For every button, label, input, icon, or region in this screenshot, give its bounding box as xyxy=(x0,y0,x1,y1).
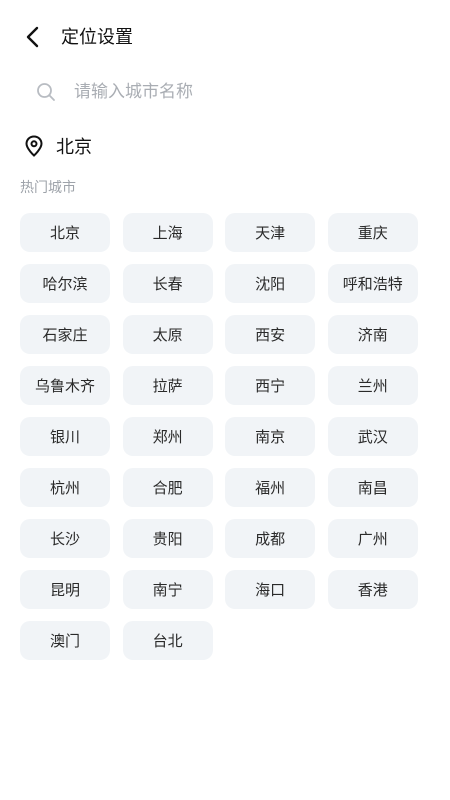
back-button[interactable] xyxy=(18,22,48,52)
city-button[interactable]: 沈阳 xyxy=(225,264,316,303)
city-button[interactable]: 石家庄 xyxy=(20,315,110,354)
header-bar: 定位设置 xyxy=(0,0,450,76)
search-input[interactable] xyxy=(74,78,414,106)
city-button[interactable]: 广州 xyxy=(327,519,418,558)
city-button[interactable]: 成都 xyxy=(225,519,316,558)
city-button[interactable]: 长沙 xyxy=(20,519,110,558)
chevron-left-icon xyxy=(26,26,39,48)
search-bar[interactable] xyxy=(20,72,430,112)
city-button[interactable]: 武汉 xyxy=(327,417,418,456)
city-button[interactable]: 福州 xyxy=(225,468,316,507)
city-button[interactable]: 海口 xyxy=(225,570,316,609)
city-button[interactable]: 南宁 xyxy=(122,570,213,609)
hot-cities-label: 热门城市 xyxy=(20,180,76,196)
city-button[interactable]: 西安 xyxy=(225,315,316,354)
city-button[interactable]: 兰州 xyxy=(327,366,418,405)
city-button[interactable]: 昆明 xyxy=(20,570,110,609)
city-button[interactable]: 乌鲁木齐 xyxy=(20,366,110,405)
city-button[interactable]: 合肥 xyxy=(122,468,213,507)
city-button[interactable]: 郑州 xyxy=(122,417,213,456)
city-button[interactable]: 太原 xyxy=(122,315,213,354)
city-button[interactable]: 重庆 xyxy=(327,213,418,252)
city-button[interactable]: 台北 xyxy=(122,621,213,660)
current-city-label: 北京 xyxy=(56,137,92,158)
city-button[interactable]: 西宁 xyxy=(225,366,316,405)
city-button[interactable]: 北京 xyxy=(20,213,110,252)
city-button[interactable]: 银川 xyxy=(20,417,110,456)
search-icon xyxy=(37,83,55,101)
city-button[interactable]: 贵阳 xyxy=(122,519,213,558)
city-button[interactable]: 杭州 xyxy=(20,468,110,507)
map-pin-icon xyxy=(25,135,43,157)
city-button[interactable]: 南京 xyxy=(225,417,316,456)
city-button[interactable]: 长春 xyxy=(122,264,213,303)
city-button[interactable]: 香港 xyxy=(327,570,418,609)
current-location[interactable]: 北京 xyxy=(24,132,92,160)
city-button[interactable]: 澳门 xyxy=(20,621,110,660)
page-title: 定位设置 xyxy=(61,27,133,48)
city-button[interactable]: 天津 xyxy=(225,213,316,252)
city-button[interactable]: 拉萨 xyxy=(122,366,213,405)
hot-cities-grid: 北京 上海 天津 重庆哈尔滨 长春 沈阳 呼和浩特石家庄 太原 西安 济南乌鲁木齐 拉萨 西宁 兰州银川… xyxy=(20,213,420,660)
city-button[interactable]: 上海 xyxy=(122,213,213,252)
city-button[interactable]: 哈尔滨 xyxy=(20,264,110,303)
city-button[interactable]: 南昌 xyxy=(327,468,418,507)
city-button[interactable]: 济南 xyxy=(327,315,418,354)
city-button[interactable]: 呼和浩特 xyxy=(327,264,418,303)
